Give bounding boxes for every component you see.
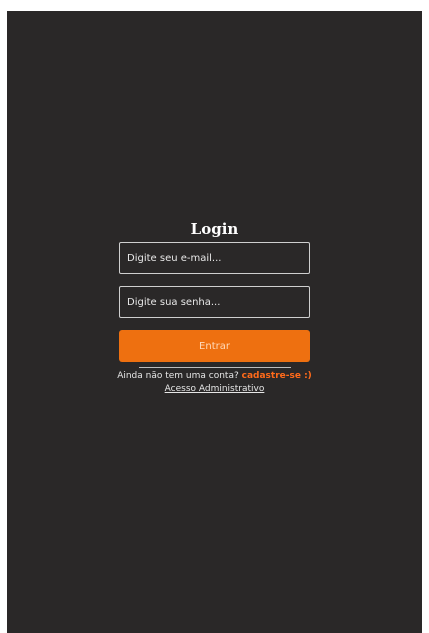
signup-link[interactable]: cadastre-se :) [242, 371, 312, 381]
login-title: Login [190, 220, 239, 238]
login-form: Login Entrar Ainda não tem uma conta? ca… [7, 218, 422, 394]
login-button[interactable]: Entrar [119, 330, 310, 362]
email-input[interactable] [119, 242, 310, 274]
login-screen: Login Entrar Ainda não tem uma conta? ca… [7, 11, 422, 633]
signup-prompt: Ainda não tem uma conta? cadastre-se :) [117, 371, 312, 381]
password-input[interactable] [119, 286, 310, 318]
no-account-text: Ainda não tem uma conta? [117, 371, 239, 381]
admin-access-link[interactable]: Acesso Administrativo [165, 384, 265, 394]
divider [138, 367, 291, 368]
